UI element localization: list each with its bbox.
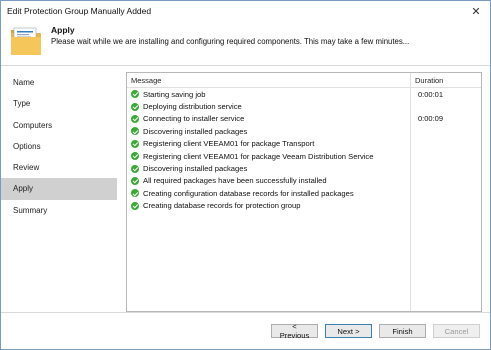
table-row[interactable]: Connecting to installer service 0:00:09 — [127, 113, 481, 125]
row-duration-cell — [410, 187, 481, 199]
row-message-cell: Registering client VEEAM01 for package T… — [127, 139, 410, 148]
row-message-text: Creating configuration database records … — [143, 188, 354, 198]
column-divider — [410, 73, 411, 311]
window-title: Edit Protection Group Manually Added — [7, 6, 152, 16]
check-icon — [131, 201, 139, 210]
check-icon — [131, 189, 139, 198]
check-icon — [131, 139, 139, 148]
table-row[interactable]: Discovering installed packages — [127, 162, 481, 174]
row-message-cell: Creating database records for protection… — [127, 201, 410, 210]
table-header: Message Duration — [127, 73, 481, 88]
row-duration-cell — [410, 125, 481, 137]
column-header-message[interactable]: Message — [127, 76, 410, 85]
header-text: Apply Please wait while we are installin… — [51, 23, 409, 46]
nav-item-review[interactable]: Review — [1, 157, 117, 178]
table-row[interactable]: All required packages have been successf… — [127, 175, 481, 187]
row-message-text: Starting saving job — [143, 89, 206, 99]
check-icon — [131, 114, 139, 123]
row-message-cell: Starting saving job — [127, 90, 410, 99]
finish-button[interactable]: Finish — [379, 324, 426, 338]
progress-log-table: Message Duration Starting saving job 0:00… — [126, 72, 482, 312]
folder-icon — [11, 27, 41, 55]
row-message-text: All required packages have been successf… — [143, 176, 327, 186]
table-row[interactable]: Starting saving job 0:00:01 — [127, 88, 481, 100]
row-duration-cell — [410, 138, 481, 150]
nav-item-computers[interactable]: Computers — [1, 115, 117, 136]
step-subtitle: Please wait while we are installing and … — [51, 37, 410, 46]
wizard-steps-nav: Name Type Computers Options Review Apply… — [1, 66, 119, 314]
nav-item-options[interactable]: Options — [1, 136, 117, 157]
row-message-text: Registering client VEEAM01 for package T… — [143, 139, 315, 149]
next-button[interactable]: Next > — [325, 324, 372, 338]
table-body: Starting saving job 0:00:01 Deploying dist… — [127, 88, 481, 212]
row-duration-cell: 0:00:01 — [418, 89, 444, 99]
row-duration-cell — [410, 175, 481, 187]
check-icon — [131, 127, 139, 136]
row-message-cell: Creating configuration database records … — [127, 189, 410, 198]
wizard-window: Edit Protection Group Manually Added ✕ A… — [0, 0, 491, 350]
content-area: Message Duration Starting saving job 0:00… — [119, 66, 490, 314]
row-message-text: Discovering installed packages — [143, 126, 248, 136]
row-message-cell: Discovering installed packages — [127, 164, 410, 173]
table-row[interactable]: Deploying distribution service — [127, 100, 481, 112]
nav-item-summary[interactable]: Summary — [1, 200, 117, 221]
row-message-text: Registering client VEEAM01 for package V… — [143, 151, 374, 161]
step-title: Apply — [51, 25, 75, 35]
nav-item-type[interactable]: Type — [1, 93, 117, 114]
row-duration-cell — [410, 162, 481, 174]
row-message-cell: Connecting to installer service — [127, 114, 410, 123]
wizard-header: Apply Please wait while we are installin… — [1, 21, 490, 66]
table-row[interactable]: Creating database records for protection… — [127, 200, 481, 212]
row-message-cell: Registering client VEEAM01 for package V… — [127, 152, 410, 161]
row-message-text: Deploying distribution service — [143, 102, 242, 112]
row-duration-cell — [410, 150, 481, 162]
row-duration-cell — [410, 100, 481, 112]
check-icon — [131, 90, 139, 99]
row-message-cell: Deploying distribution service — [127, 102, 410, 111]
nav-item-apply[interactable]: Apply — [1, 178, 117, 200]
nav-item-name[interactable]: Name — [1, 72, 117, 93]
row-message-cell: Discovering installed packages — [127, 127, 410, 136]
check-icon — [131, 102, 139, 111]
row-duration-cell: 0:00:09 — [418, 114, 444, 124]
row-duration-cell — [410, 200, 481, 212]
wizard-body: Name Type Computers Options Review Apply… — [1, 66, 490, 314]
table-row[interactable]: Discovering installed packages — [127, 125, 481, 137]
cancel-button[interactable]: Cancel — [433, 324, 480, 338]
column-header-duration[interactable]: Duration — [410, 73, 481, 87]
title-bar: Edit Protection Group Manually Added ✕ — [1, 1, 490, 21]
previous-button[interactable]: < Previous — [271, 322, 318, 340]
table-row[interactable]: Creating configuration database records … — [127, 187, 481, 199]
row-message-text: Discovering installed packages — [143, 164, 248, 174]
row-message-text: Connecting to installer service — [143, 114, 245, 124]
check-icon — [131, 152, 139, 161]
table-row[interactable]: Registering client VEEAM01 for package T… — [127, 138, 481, 150]
table-row[interactable]: Registering client VEEAM01 for package V… — [127, 150, 481, 162]
row-message-text: Creating database records for protection… — [143, 201, 301, 211]
wizard-footer: < Previous Next > Finish Cancel — [1, 312, 490, 349]
close-icon[interactable]: ✕ — [468, 5, 484, 18]
check-icon — [131, 176, 139, 185]
row-message-cell: All required packages have been successf… — [127, 176, 410, 185]
check-icon — [131, 164, 139, 173]
